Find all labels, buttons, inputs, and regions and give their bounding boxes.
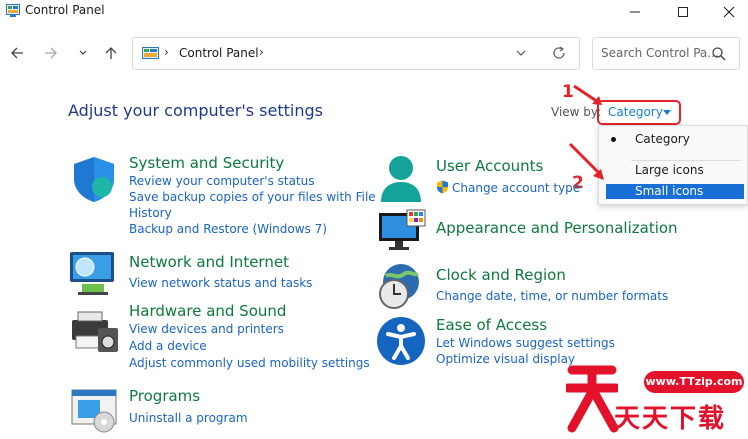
search-placeholder: Search Control Pa... <box>601 46 719 60</box>
search-icon <box>712 47 726 61</box>
link-save-backup[interactable]: Save backup copies of your files with Fi… <box>129 190 376 204</box>
breadcrumb-separator: › <box>164 45 169 59</box>
breadcrumb-separator[interactable]: › <box>259 45 264 59</box>
network-icon[interactable] <box>68 250 118 296</box>
monitor-icon[interactable] <box>377 209 427 253</box>
link-change-date-format[interactable]: Change date, time, or number formats <box>436 289 668 303</box>
watermark-text: 天天下载 <box>614 404 727 434</box>
window-title: Control Panel <box>25 3 105 17</box>
annotation-arrow-icon <box>573 84 602 105</box>
uac-shield-icon <box>437 180 448 194</box>
category-title-user-accounts[interactable]: User Accounts <box>436 157 543 175</box>
link-view-devices[interactable]: View devices and printers <box>129 322 284 336</box>
control-panel-icon <box>142 47 159 59</box>
category-title-appearance[interactable]: Appearance and Personalization <box>436 219 678 237</box>
link-windows-suggest[interactable]: Let Windows suggest settings <box>436 336 615 350</box>
link-backup-restore[interactable]: Backup and Restore (Windows 7) <box>129 222 327 236</box>
menu-item-small-icons[interactable]: Small icons <box>606 184 744 199</box>
category-title-network[interactable]: Network and Internet <box>129 253 289 271</box>
forward-button[interactable] <box>40 42 62 64</box>
link-save-backup-cont[interactable]: History <box>129 206 172 220</box>
search-input[interactable]: Search Control Pa... <box>592 37 740 70</box>
control-panel-icon <box>6 4 20 17</box>
link-optimize-display[interactable]: Optimize visual display <box>436 352 575 366</box>
link-uninstall[interactable]: Uninstall a program <box>129 411 248 425</box>
category-title-ease-of-access[interactable]: Ease of Access <box>436 316 547 334</box>
category-title-programs[interactable]: Programs <box>129 387 200 405</box>
arrow-right-icon <box>45 47 57 59</box>
link-mobility[interactable]: Adjust commonly used mobility settings <box>129 356 370 370</box>
refresh-icon[interactable] <box>551 45 567 61</box>
link-review-status[interactable]: Review your computer's status <box>129 174 315 188</box>
category-title-system-security[interactable]: System and Security <box>129 154 284 172</box>
view-by-menu: Category Large icons Small icons <box>598 125 748 205</box>
arrow-left-icon <box>11 47 23 59</box>
watermark-url: www.TTzip.com <box>644 371 744 393</box>
clock-icon[interactable] <box>376 262 426 312</box>
recent-locations-button[interactable] <box>72 42 94 64</box>
menu-divider <box>631 160 741 161</box>
maximize-button[interactable] <box>660 0 706 24</box>
breadcrumb[interactable]: Control Panel <box>179 46 259 60</box>
user-icon[interactable] <box>378 154 424 204</box>
title-bar: Control Panel <box>0 0 748 24</box>
page-title: Adjust your computer's settings <box>68 101 323 120</box>
category-title-clock-region[interactable]: Clock and Region <box>436 266 566 284</box>
maximize-icon <box>678 7 688 17</box>
minimize-button[interactable] <box>612 0 658 24</box>
programs-icon[interactable] <box>70 388 120 434</box>
close-icon <box>723 6 735 18</box>
watermark-logo-icon <box>566 365 618 433</box>
link-add-device[interactable]: Add a device <box>129 339 207 353</box>
accessibility-icon[interactable] <box>376 316 426 366</box>
link-change-account-type[interactable]: Change account type <box>452 181 580 195</box>
link-network-status[interactable]: View network status and tasks <box>129 276 312 290</box>
back-button[interactable] <box>6 42 28 64</box>
category-title-hardware[interactable]: Hardware and Sound <box>129 302 286 320</box>
printer-icon[interactable] <box>70 310 120 354</box>
minimize-icon <box>630 11 640 13</box>
menu-item-category[interactable]: Category <box>599 131 747 149</box>
chevron-down-icon <box>79 50 87 55</box>
arrow-up-icon <box>105 47 117 59</box>
caret-down-icon <box>663 110 671 115</box>
close-button[interactable] <box>706 0 748 24</box>
up-button[interactable] <box>100 42 122 64</box>
view-by-value: Category <box>608 105 663 119</box>
chevron-down-icon[interactable] <box>515 47 527 59</box>
address-bar[interactable]: › Control Panel › <box>132 37 580 70</box>
menu-item-large-icons[interactable]: Large icons <box>599 162 747 180</box>
shield-icon[interactable] <box>70 155 118 203</box>
